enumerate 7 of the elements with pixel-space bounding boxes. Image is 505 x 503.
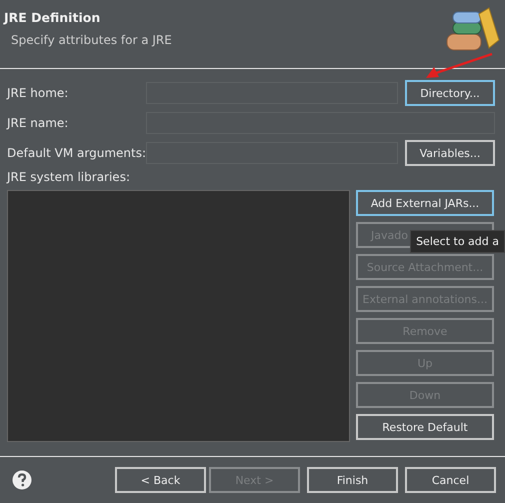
field-label: Default VM arguments: xyxy=(7,146,146,160)
field-label: JRE name: xyxy=(7,116,70,130)
page-title: JRE Definition xyxy=(4,10,102,25)
tooltip: Select to add a xyxy=(410,230,505,253)
field-label: JRE home: xyxy=(7,86,70,100)
page-subtitle: Specify attributes for a JRE xyxy=(11,33,172,47)
section-label: JRE system libraries: xyxy=(7,170,131,184)
